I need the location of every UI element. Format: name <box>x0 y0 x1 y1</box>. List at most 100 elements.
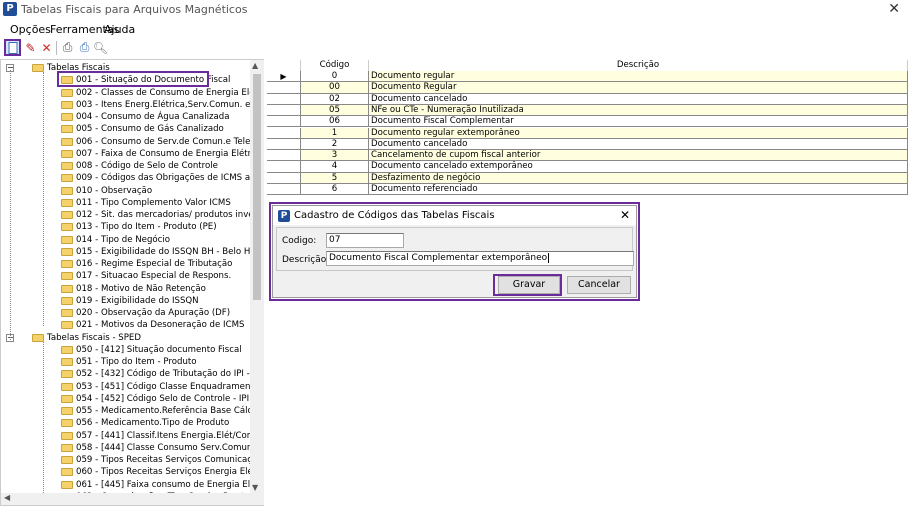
tree-item[interactable]: 009 - Códigos das Obrigações de ICMS a R… <box>1 172 263 184</box>
cell-codigo[interactable]: 1 <box>301 127 369 139</box>
table-row[interactable]: 00 Documento Regular <box>267 82 908 94</box>
tree-item-label: 016 - Regime Especial de Tributação <box>76 259 233 269</box>
app-icon: P <box>3 2 17 16</box>
menu-opcoes[interactable]: Opções <box>10 23 51 36</box>
tree-item[interactable]: 004 - Consumo de Água Canalizada <box>1 111 251 123</box>
cell-descricao[interactable]: Documento Fiscal Complementar <box>369 116 908 128</box>
cell-codigo[interactable]: 3 <box>301 150 369 162</box>
cell-descricao[interactable]: Documento cancelado <box>369 138 908 151</box>
tree-item[interactable]: 057 - [441] Classif.Itens Energia.Elét/C… <box>1 430 263 442</box>
tree-item[interactable]: 011 - Tipo Complemento Valor ICMS <box>1 197 251 209</box>
close-icon[interactable]: ✕ <box>888 1 900 17</box>
table-row[interactable]: 3 Cancelamento de cupom fiscal anterior <box>267 150 908 162</box>
tree-item[interactable]: 054 - [452] Código Selo de Controle - IP… <box>1 393 251 405</box>
tree-item[interactable]: 016 - Regime Especial de Tributação <box>1 258 251 270</box>
tree-item[interactable]: 003 - Itens Energ.Elétrica,Serv.Comun. e… <box>1 99 263 111</box>
cell-codigo[interactable]: 6 <box>301 184 369 196</box>
tree-item[interactable]: 052 - [432] Código de Tributação do IPI … <box>1 368 263 380</box>
tree-item[interactable]: 020 - Observação da Apuração (DF) <box>1 307 251 319</box>
tree-item[interactable]: 060 - Tipos Receitas Serviços Energia El… <box>1 466 260 478</box>
cell-descricao[interactable]: Cancelamento de cupom fiscal anterior <box>369 150 908 162</box>
tree-item[interactable]: 061 - [445] Faixa consumo de Energia Ele… <box>1 479 263 491</box>
cell-codigo[interactable]: 2 <box>301 138 369 151</box>
table-row[interactable]: 1 Documento regular extemporâneo <box>267 127 908 139</box>
column-header-descricao[interactable]: Descrição <box>369 60 908 71</box>
cell-descricao[interactable]: Documento cancelado extemporâneo <box>369 161 908 173</box>
dialog-close-icon[interactable]: ✕ <box>620 208 630 222</box>
column-header-codigo[interactable]: Código <box>301 60 369 71</box>
tree-item[interactable]: 002 - Classes de Consumo de Energia Elét… <box>1 87 263 99</box>
table-row[interactable]: 4 Documento cancelado extemporâneo <box>267 161 908 173</box>
table-row[interactable]: 06 Documento Fiscal Complementar <box>267 116 908 128</box>
folder-icon <box>61 431 73 440</box>
cell-descricao[interactable]: Documento cancelado <box>369 93 908 105</box>
table-row[interactable]: 2 Documento cancelado <box>267 138 908 151</box>
tree-item[interactable]: 051 - Tipo do Item - Produto <box>1 356 251 368</box>
scroll-left-icon[interactable]: ◀ <box>4 493 10 502</box>
tree-connector <box>43 341 44 497</box>
tree-item[interactable]: 053 - [451] Código Classe Enquadramento … <box>1 381 263 393</box>
menu-ajuda[interactable]: Ajuda <box>104 23 135 36</box>
cell-descricao[interactable]: Documento regular extemporâneo <box>369 127 908 139</box>
tree-item[interactable]: 055 - Medicamento.Referência Base Cálcu <box>1 405 258 417</box>
tree-item[interactable]: 007 - Faixa de Consumo de Energia Elétri… <box>1 148 263 160</box>
tree-item[interactable]: 018 - Motivo de Não Retenção <box>1 283 251 295</box>
tree-item[interactable]: 056 - Medicamento.Tipo de Produto <box>1 417 251 429</box>
tree-group[interactable]: − Tabelas Fiscais - SPED <box>1 332 251 344</box>
print-icon[interactable]: ⎙ <box>59 39 76 56</box>
cell-codigo[interactable]: 06 <box>301 116 369 128</box>
current-row-icon: ▶ <box>280 72 287 81</box>
table-row[interactable]: 5 Desfazimento de negócio <box>267 172 908 184</box>
tree-item[interactable]: 012 - Sit. das mercadorias/ produtos inv… <box>1 209 263 221</box>
tree-vertical-scrollbar[interactable]: ▲ ▼ <box>250 60 264 505</box>
tree-item[interactable]: 058 - [444] Classe Consumo Serv.Comun/Te… <box>1 442 263 454</box>
scroll-up-icon[interactable]: ▲ <box>252 61 258 70</box>
scroll-down-icon[interactable]: ▼ <box>252 483 258 492</box>
tree-item-label: 007 - Faixa de Consumo de Energia Elétri… <box>76 148 264 159</box>
tree-item[interactable]: 019 - Exigibilidade do ISSQN <box>1 295 251 307</box>
new-icon[interactable] <box>4 39 21 56</box>
tree-item[interactable]: 059 - Tipos Receitas Serviços Comunicaçã <box>1 454 257 466</box>
table-row[interactable]: ▶ 0 Documento regular <box>267 71 908 83</box>
tree-item[interactable]: 021 - Motivos da Desoneração de ICMS <box>1 319 251 331</box>
cell-codigo[interactable]: 02 <box>301 93 369 105</box>
tree-item-label: 002 - Classes de Consumo de Energia Elét… <box>76 87 264 98</box>
cell-codigo[interactable]: 5 <box>301 172 369 184</box>
descricao-input[interactable]: Documento Fiscal Complementar extemporân… <box>326 251 634 266</box>
folder-icon <box>61 100 73 109</box>
tree-item[interactable]: 006 - Consumo de Serv.de Comun.e Telecom… <box>1 136 263 148</box>
print-preview-icon[interactable]: ⎙ <box>76 39 93 56</box>
tree-item[interactable]: 010 - Observação <box>1 185 251 197</box>
cell-descricao[interactable]: Desfazimento de negócio <box>369 172 908 184</box>
cancelar-button[interactable]: Cancelar <box>567 276 631 294</box>
table-row[interactable]: 05 NFe ou CTe - Numeração Inutilizada <box>267 104 908 117</box>
cell-descricao[interactable]: Documento Regular <box>369 82 908 94</box>
title-bar: P Tabelas Fiscais para Arquivos Magnétic… <box>0 0 908 19</box>
tree-item[interactable]: 015 - Exigibilidade do ISSQN BH - Belo H… <box>1 246 263 258</box>
tree-item[interactable]: 017 - Situacao Especial de Respons. <box>1 270 251 282</box>
scroll-thumb[interactable] <box>253 74 261 300</box>
cell-codigo[interactable]: 4 <box>301 161 369 173</box>
cell-descricao[interactable]: Documento referenciado <box>369 184 908 196</box>
cell-codigo[interactable]: 0 <box>301 71 369 83</box>
row-indicator <box>267 150 301 162</box>
cell-codigo[interactable]: 00 <box>301 82 369 94</box>
tree-root-connector <box>10 70 11 340</box>
delete-icon[interactable]: ✕ <box>38 39 55 56</box>
tree-item[interactable]: 050 - [412] Situação documento Fiscal <box>1 344 251 356</box>
folder-icon <box>61 113 73 121</box>
cell-descricao[interactable]: NFe ou CTe - Numeração Inutilizada <box>369 104 908 117</box>
folder-icon <box>61 456 73 464</box>
tree-item[interactable]: 005 - Consumo de Gás Canalizado <box>1 123 251 135</box>
codigo-input[interactable]: 07 <box>326 233 404 248</box>
tree-item[interactable]: 008 - Código de Selo de Controle <box>1 160 251 172</box>
edit-icon[interactable]: ✎ <box>22 39 39 56</box>
search-icon[interactable]: 🔍︎ <box>92 39 109 56</box>
table-row[interactable]: 02 Documento cancelado <box>267 93 908 105</box>
cell-codigo[interactable]: 05 <box>301 104 369 117</box>
table-row[interactable]: 6 Documento referenciado <box>267 184 908 196</box>
tree-item[interactable]: 014 - Tipo de Negócio <box>1 234 251 246</box>
tree-horizontal-scrollbar[interactable]: ◀ <box>1 493 250 505</box>
tree-item[interactable]: 013 - Tipo do Item - Produto (PE) <box>1 221 251 233</box>
cell-descricao[interactable]: Documento regular <box>369 71 908 83</box>
